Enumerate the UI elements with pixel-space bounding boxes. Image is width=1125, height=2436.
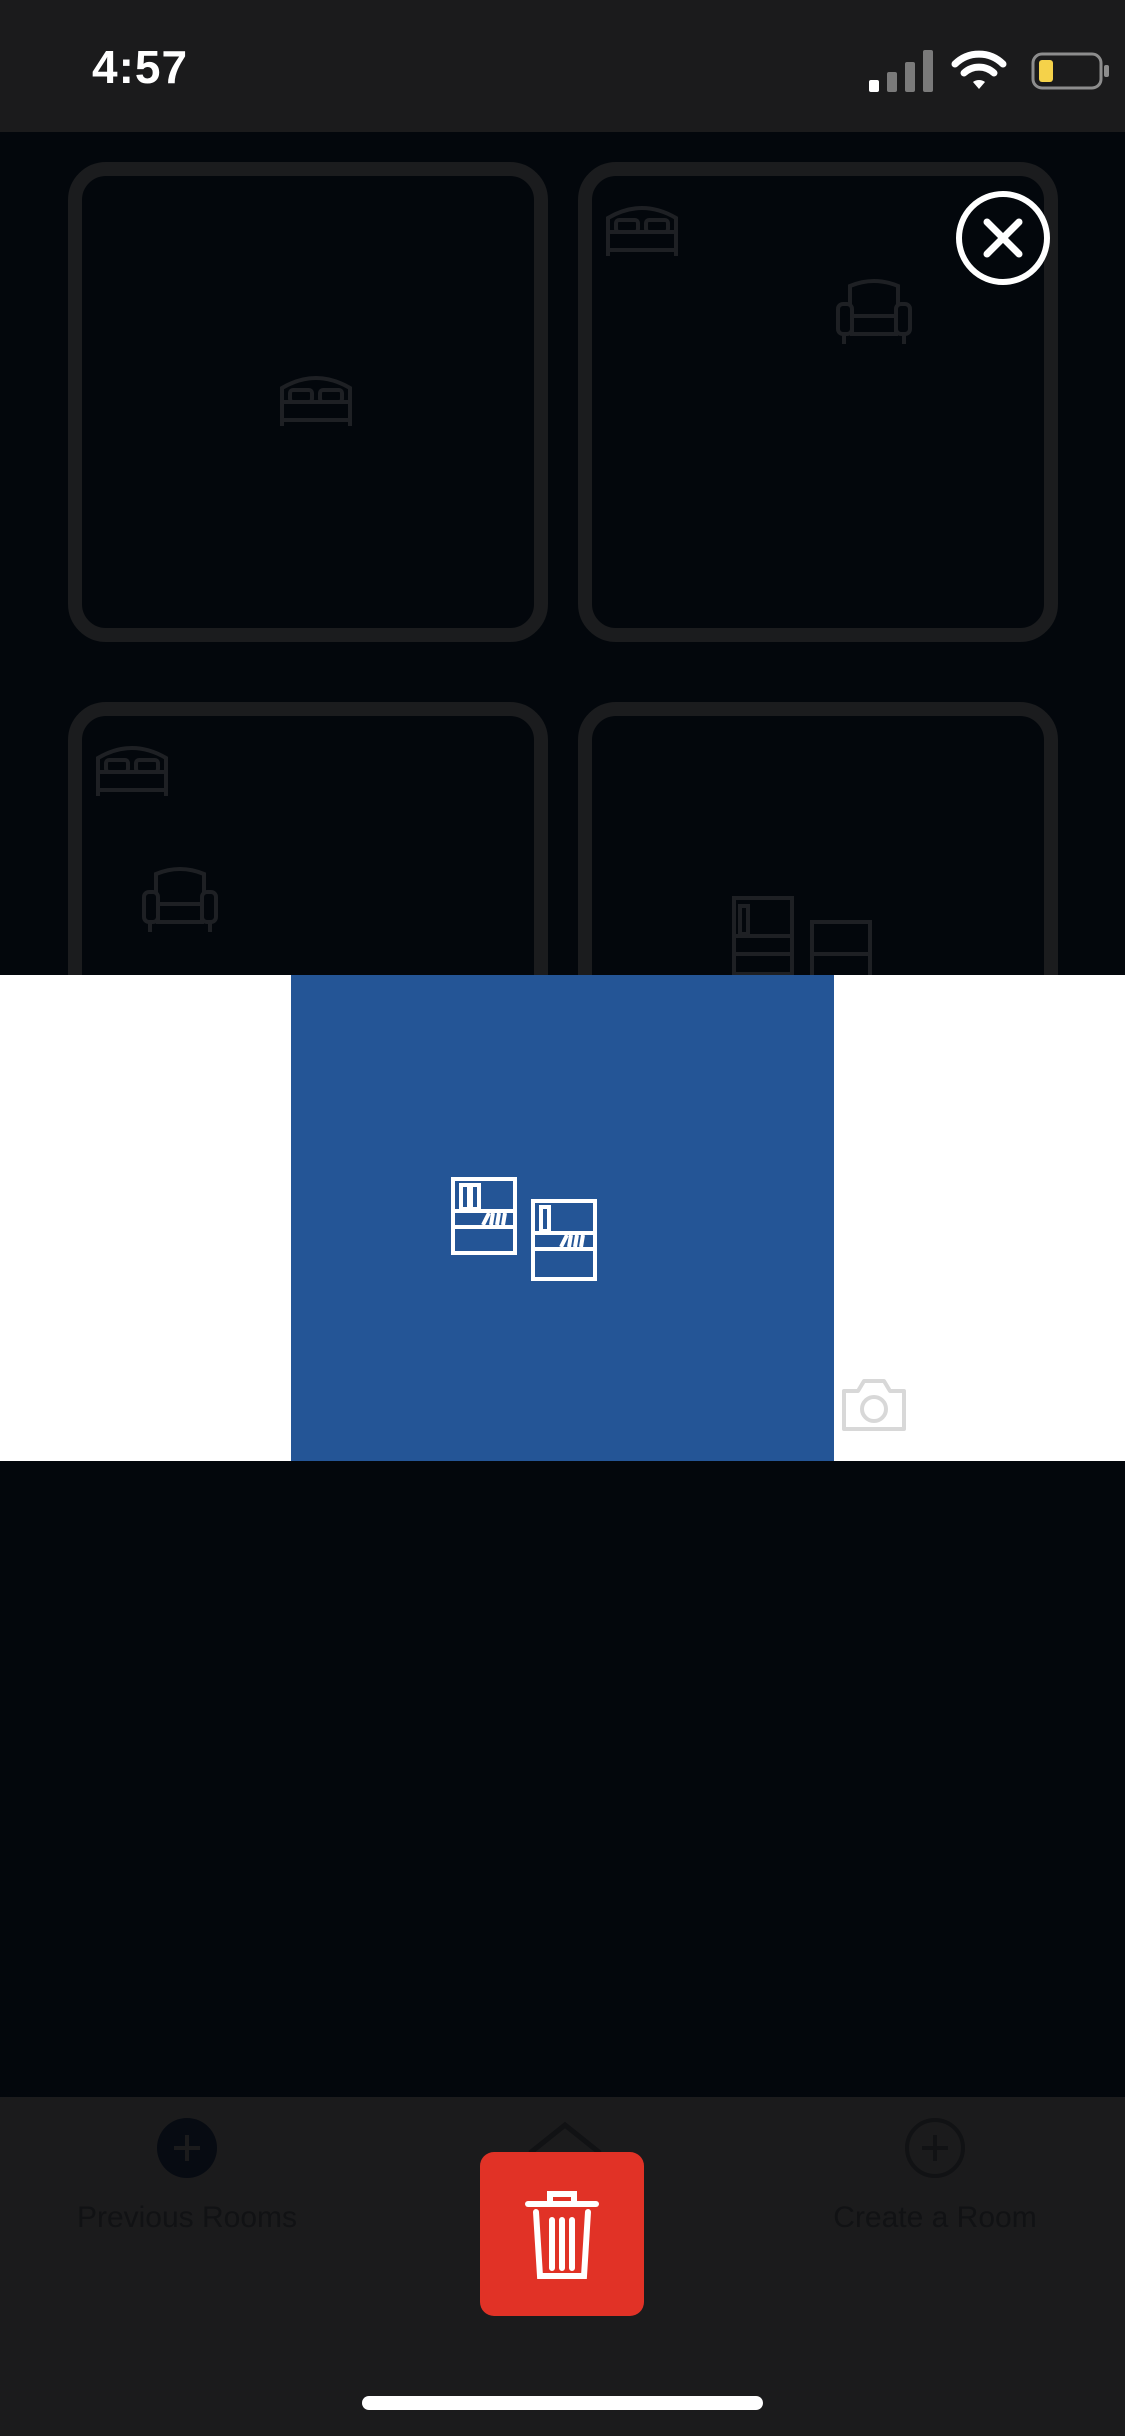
status-bar: 4:57	[0, 0, 1125, 132]
close-icon[interactable]	[955, 190, 1051, 286]
cellular-signal-icon	[869, 50, 933, 92]
status-time: 4:57	[92, 41, 189, 93]
plus-circle-outline-icon	[905, 2118, 965, 2178]
plus-circle-icon	[157, 2118, 217, 2178]
armchair-icon	[836, 279, 912, 344]
bed-icon	[280, 376, 352, 426]
home-icon[interactable]	[520, 2117, 610, 2157]
room-preview-card[interactable]	[291, 975, 834, 1461]
bookshelf-icon	[732, 896, 872, 975]
bed-icon	[96, 746, 168, 796]
room-tile-3[interactable]	[68, 702, 548, 975]
room-grid	[0, 132, 1125, 975]
room-preview-modal	[0, 975, 1125, 1461]
camera-icon[interactable]	[840, 1375, 908, 1433]
tab-create-room[interactable]: Create a Room	[800, 2117, 1070, 2235]
room-tile-4[interactable]	[578, 702, 1058, 975]
trash-icon	[525, 2191, 599, 2279]
armchair-icon	[142, 867, 218, 932]
delete-button[interactable]	[480, 2152, 644, 2316]
tab-previous-rooms-label: Previous Rooms	[76, 2201, 298, 2234]
background-area	[0, 1461, 1125, 2097]
bookshelves-icon	[451, 1177, 597, 1281]
tab-previous-rooms[interactable]: Previous Rooms	[52, 2117, 322, 2235]
room-tile-1[interactable]	[68, 162, 548, 642]
tab-create-room-label: Create a Room	[833, 2201, 1037, 2234]
bed-icon	[606, 206, 678, 256]
wifi-icon	[951, 50, 1007, 89]
battery-low-icon	[1031, 52, 1109, 90]
home-indicator	[362, 2396, 763, 2410]
